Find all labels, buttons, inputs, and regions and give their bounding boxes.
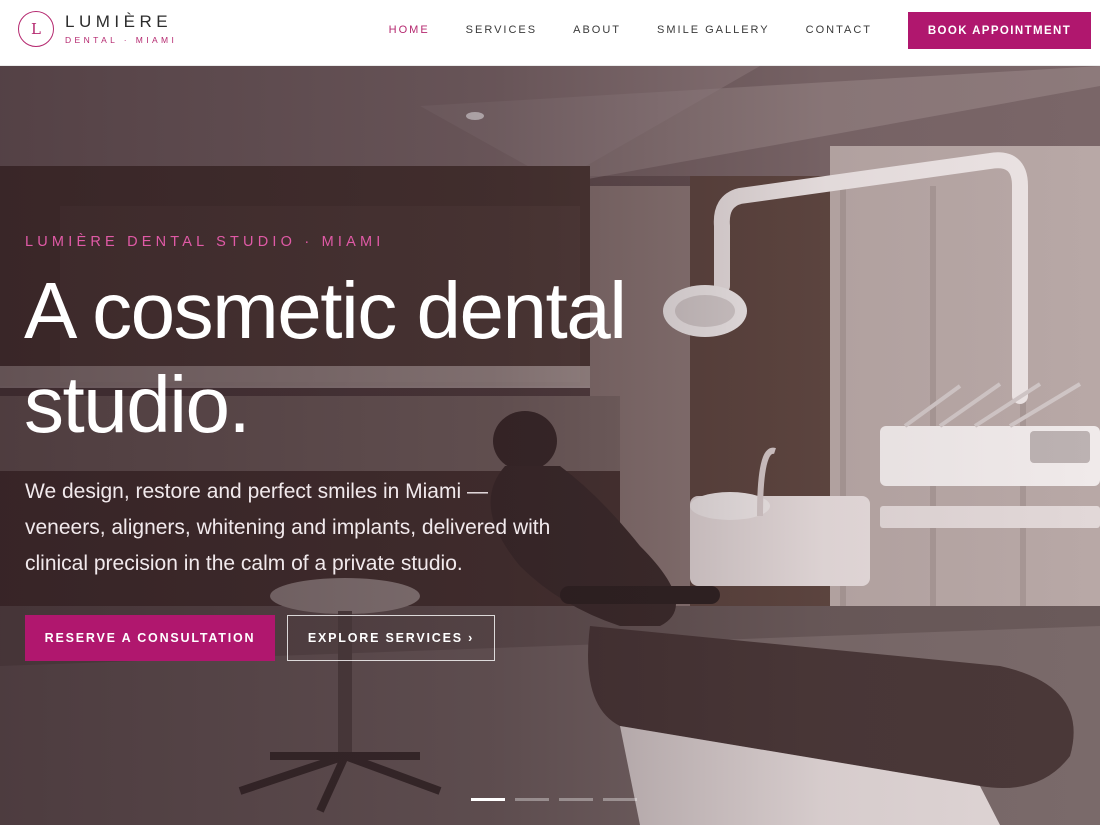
slide-dot-1[interactable]: [471, 798, 505, 801]
logo-text: LUMIÈRE DENTAL · MIAMI: [65, 12, 178, 46]
logo-monogram: L: [18, 11, 54, 47]
explore-services-button[interactable]: EXPLORE SERVICES ›: [287, 615, 495, 661]
main-nav: HOME SERVICES ABOUT SMILE GALLERY CONTAC…: [353, 24, 872, 36]
nav-home[interactable]: HOME: [389, 24, 430, 36]
hero-eyebrow: LUMIÈRE DENTAL STUDIO · MIAMI: [25, 234, 385, 250]
book-appointment-button[interactable]: BOOK APPOINTMENT: [908, 12, 1091, 49]
slide-dot-4[interactable]: [603, 798, 637, 801]
slide-dot-2[interactable]: [515, 798, 549, 801]
site-header: L LUMIÈRE DENTAL · MIAMI HOME SERVICES A…: [0, 0, 1100, 66]
hero-section: LUMIÈRE DENTAL STUDIO · MIAMI A cosmetic…: [0, 66, 1100, 825]
brand-name: LUMIÈRE: [65, 12, 173, 31]
slide-dot-3[interactable]: [559, 798, 593, 801]
slider-pagination: [471, 798, 647, 801]
nav-services[interactable]: SERVICES: [466, 24, 537, 36]
brand-tagline: DENTAL · MIAMI: [65, 35, 178, 45]
brand-logo[interactable]: L LUMIÈRE DENTAL · MIAMI: [18, 11, 177, 47]
reserve-consultation-button[interactable]: RESERVE A CONSULTATION: [25, 615, 275, 661]
nav-about[interactable]: ABOUT: [573, 24, 621, 36]
hero-description: We design, restore and perfect smiles in…: [25, 480, 551, 575]
hero-headline: A cosmetic dental studio.: [24, 266, 627, 449]
nav-contact[interactable]: CONTACT: [806, 24, 872, 36]
nav-smile-gallery[interactable]: SMILE GALLERY: [657, 24, 770, 36]
